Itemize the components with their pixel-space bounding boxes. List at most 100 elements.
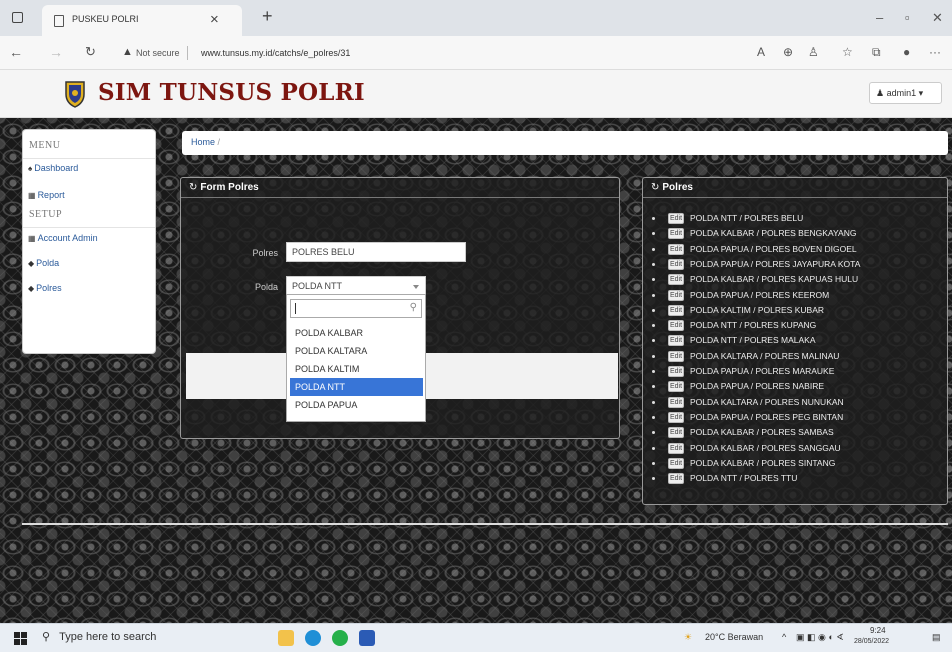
polres-item-label: POLDA NTT / POLRES KUPANG (690, 320, 817, 331)
polres-item-label: POLDA KALBAR / POLRES SAMBAS (690, 427, 834, 438)
browser-tab[interactable]: PUSKEU POLRI × (42, 5, 242, 36)
polres-item-label: POLDA PAPUA / POLRES MARAUKE (690, 366, 835, 376)
favorites-icon[interactable]: ☆ (842, 45, 853, 59)
edit-button[interactable]: Edit (668, 213, 684, 224)
polres-item-label: POLDA KALBAR / POLRES SANGGAU (690, 442, 841, 453)
tag-icon: ◆ (28, 259, 35, 268)
site-header: SIM TUNSUS POLRI ♟ admin1 ▾ (0, 70, 952, 118)
sidebar-item-account-admin[interactable]: ▦ Account Admin (28, 233, 98, 243)
sidebar-item-dashboard[interactable]: ♠ Dashboard (28, 163, 78, 173)
table-icon: ▦ (28, 191, 36, 200)
edit-button[interactable]: Edit (668, 228, 684, 240)
edit-button[interactable]: Edit (668, 473, 684, 485)
restore-icon[interactable]: ▫ (905, 10, 910, 25)
url-input[interactable]: www.tunsus.my.id/catchs/e_polres/31 (201, 48, 350, 58)
text-cursor (295, 303, 296, 314)
weather-text[interactable]: 20°C Berawan (705, 632, 763, 642)
menu-divider (23, 227, 155, 228)
edit-button[interactable]: Edit (668, 258, 684, 270)
polda-select[interactable]: POLDA NTT (286, 276, 426, 296)
polres-item-label: POLDA PAPUA / POLRES PEG BINTAN (690, 411, 844, 422)
edge-icon[interactable] (305, 630, 321, 646)
sidebar-item-label: Polda (36, 258, 60, 268)
address-separator (187, 46, 188, 60)
sidebar: MENU ♠ Dashboard ▦ Report SETUP ▦ Account A… (22, 129, 156, 354)
close-tab-icon[interactable]: × (210, 11, 219, 28)
more-icon[interactable]: ··· (929, 45, 941, 59)
dropdown-search-input[interactable]: ⚲ (290, 299, 422, 318)
edit-button[interactable]: Edit (668, 442, 684, 454)
clock-date[interactable]: 28/05/2022 (854, 638, 889, 645)
user-menu-button[interactable]: ♟ admin1 ▾ (869, 82, 942, 104)
breadcrumb-home[interactable]: Home (191, 137, 215, 147)
bullet-icon (652, 217, 655, 220)
polres-input[interactable]: POLRES BELU (286, 242, 466, 262)
polres-item-label: POLDA NTT / POLRES BELU (690, 213, 804, 223)
panel-title: Form Polres (200, 182, 259, 193)
sidebar-item-report[interactable]: ▦ Report (28, 190, 65, 200)
close-window-icon[interactable]: ✕ (932, 10, 943, 26)
dropdown-option[interactable]: POLDA PAPUA (290, 396, 423, 414)
home-icon: ♠ (28, 164, 33, 173)
edit-button[interactable]: Edit (668, 289, 684, 301)
tray-icons[interactable]: ▣ ◧ ◉ ◐ ∢ (796, 632, 844, 643)
edit-button[interactable]: Edit (668, 335, 684, 347)
tracking-icon[interactable]: ♙ (808, 45, 819, 59)
polres-item-label: POLDA KALTIM / POLRES KUBAR (690, 304, 824, 315)
minimize-icon[interactable]: – (876, 10, 883, 25)
polres-item-label: POLDA NTT / POLRES MALAKA (690, 335, 816, 346)
edit-button[interactable]: Edit (668, 381, 684, 393)
not-secure-label[interactable]: Not secure (136, 48, 180, 58)
edit-button[interactable]: Edit (668, 396, 684, 408)
polres-item-label: POLDA NTT / POLRES TTU (690, 473, 798, 484)
warning-icon[interactable]: ▲ (122, 46, 133, 58)
search-icon: ⚲ (409, 302, 417, 313)
search-placeholder: Type here to search (59, 631, 157, 643)
taskbar-search[interactable]: ⚲ Type here to search (42, 630, 156, 643)
panel-header: ↻ Form Polres (181, 178, 619, 198)
sidebar-item-label: Polres (36, 283, 62, 293)
edit-button[interactable]: Edit (668, 320, 684, 332)
edit-button[interactable]: Edit (668, 457, 684, 469)
sidebar-item-polres[interactable]: ◆ Polres (28, 283, 62, 293)
dropdown-option-selected[interactable]: POLDA NTT (290, 378, 423, 396)
window-menu-icon[interactable] (12, 12, 23, 23)
edit-button[interactable]: Edit (668, 350, 684, 362)
notifications-icon[interactable]: ▤ (932, 632, 941, 643)
edit-button[interactable]: Edit (668, 304, 684, 316)
forward-icon[interactable]: → (49, 44, 63, 60)
bullet-icon (652, 370, 655, 373)
brand-title[interactable]: SIM TUNSUS POLRI (98, 79, 365, 106)
polres-label: Polres (252, 248, 278, 258)
back-icon[interactable]: ← (9, 44, 23, 60)
dropdown-option[interactable]: POLDA KALTARA (290, 342, 423, 360)
refresh-icon: ↻ (189, 182, 198, 193)
word-icon[interactable] (359, 630, 375, 646)
whatsapp-icon[interactable] (332, 630, 348, 646)
refresh-icon[interactable]: ↻ (85, 44, 96, 60)
taskbar: ⚲ Type here to search ☀ 20°C Berawan ^ ▣… (0, 623, 952, 652)
weather-icon: ☀ (684, 632, 693, 642)
sidebar-item-polda[interactable]: ◆ Polda (28, 258, 59, 268)
chevron-up-icon[interactable]: ^ (782, 632, 786, 642)
collections-icon[interactable]: ⧉ (872, 45, 881, 60)
dropdown-option[interactable]: POLDA KALBAR (290, 324, 423, 342)
edit-button[interactable]: Edit (668, 411, 684, 423)
new-tab-icon[interactable]: + (262, 6, 273, 27)
read-aloud-icon[interactable]: A (757, 45, 765, 59)
edit-button[interactable]: Edit (668, 427, 684, 439)
breadcrumb: Home / (182, 131, 948, 155)
edit-button[interactable]: Edit (668, 366, 684, 377)
edit-button[interactable]: Edit (668, 243, 684, 255)
windows-start-icon[interactable] (14, 632, 27, 645)
file-explorer-icon[interactable] (278, 630, 294, 646)
panel-header: ↻ Polres (643, 178, 947, 198)
polres-item-label: POLDA KALTARA / POLRES MALINAU (690, 350, 840, 361)
tab-title: PUSKEU POLRI (72, 14, 139, 24)
zoom-icon[interactable]: ⊕ (783, 45, 793, 59)
clock-time[interactable]: 9:24 (870, 626, 886, 635)
polres-item-label: POLDA KALBAR / POLRES SINTANG (690, 457, 836, 468)
edit-button[interactable]: Edit (668, 274, 684, 286)
dropdown-option[interactable]: POLDA KALTIM (290, 360, 423, 378)
profile-icon[interactable]: ● (903, 45, 910, 59)
